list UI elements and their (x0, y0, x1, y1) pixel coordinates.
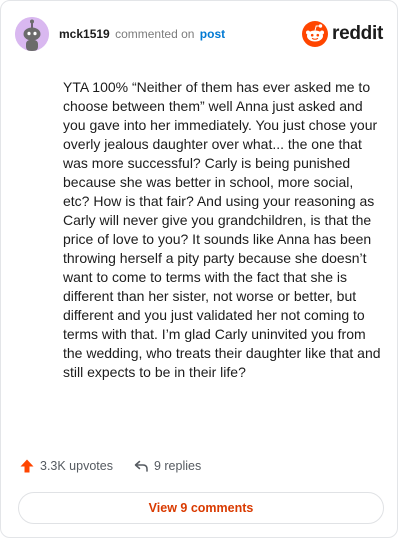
replies-count: 9 replies (153, 459, 202, 473)
replies-button[interactable]: 9 replies (133, 458, 201, 474)
snoo-avatar-icon (15, 17, 49, 51)
comment-header: mck1519 commented on post reddit (15, 16, 383, 52)
upvote-count: 3.3K upvotes (40, 459, 113, 473)
reddit-logo-icon (302, 21, 329, 47)
comment-meta: mck1519 commented on post (59, 27, 225, 41)
upvote-arrow-icon (20, 459, 34, 473)
comment-card: mck1519 commented on post reddit YTA 100… (0, 0, 398, 538)
view-comments-button[interactable]: View 9 comments (18, 492, 384, 524)
avatar[interactable] (15, 17, 49, 51)
comment-actions: 3.3K upvotes 9 replies (19, 458, 201, 474)
reddit-brand[interactable]: reddit (302, 21, 383, 47)
reddit-wordmark: reddit (332, 23, 383, 44)
username[interactable]: mck1519 (59, 27, 110, 41)
action-text: commented on (115, 27, 195, 41)
post-link[interactable]: post (200, 27, 225, 41)
upvote-button[interactable]: 3.3K upvotes (19, 458, 113, 474)
reply-arrow-icon (134, 460, 148, 472)
comment-body: YTA 100% “Neither of them has ever asked… (63, 79, 381, 380)
